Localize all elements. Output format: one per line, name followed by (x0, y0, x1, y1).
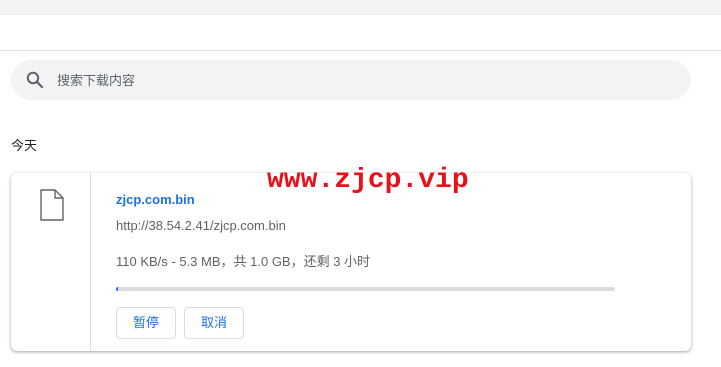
progress-fill (116, 287, 119, 291)
section-heading-today: 今天 (11, 138, 38, 153)
progress-status: 110 KB/s - 5.3 MB，共 1.0 GB，还剩 3 小时 (116, 254, 371, 269)
top-strip (0, 0, 721, 15)
header-divider (0, 50, 721, 51)
search-icon[interactable] (25, 70, 45, 90)
download-card: zjcp.com.bin http://38.54.2.41/zjcp.com.… (11, 173, 691, 351)
file-icon-column (11, 173, 91, 351)
file-name-link[interactable]: zjcp.com.bin (116, 192, 195, 208)
progress-bar (116, 287, 615, 291)
search-input[interactable] (57, 60, 657, 100)
search-bar[interactable] (11, 60, 691, 100)
file-icon (39, 189, 65, 221)
cancel-button[interactable]: 取消 (184, 307, 244, 339)
file-url[interactable]: http://38.54.2.41/zjcp.com.bin (116, 218, 286, 234)
pause-button[interactable]: 暂停 (116, 307, 176, 339)
